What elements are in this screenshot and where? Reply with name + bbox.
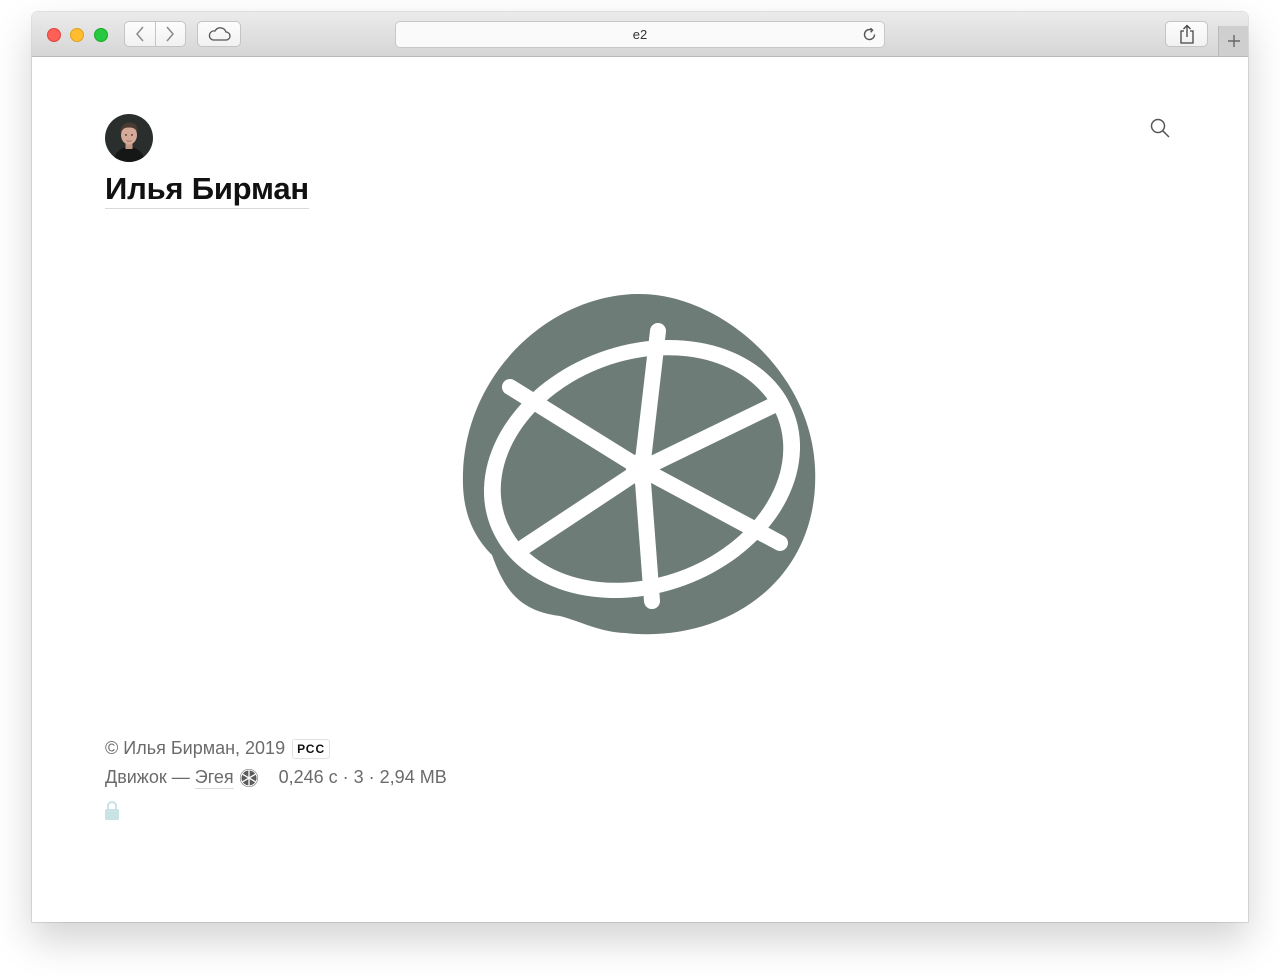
lime-slice-logo: [462, 294, 816, 635]
minimize-window-button[interactable]: [70, 28, 84, 42]
address-bar[interactable]: e2: [395, 21, 885, 48]
page-content: Илья Бирман © Илья Бирман, 2019 РСС Движ…: [32, 57, 1248, 922]
icloud-tabs-button[interactable]: [197, 21, 241, 47]
copyright-line: © Илья Бирман, 2019 РСС: [105, 734, 447, 763]
forward-button[interactable]: [154, 22, 186, 46]
navigation-buttons: [124, 21, 186, 47]
back-button[interactable]: [125, 22, 155, 46]
rss-link[interactable]: РСС: [292, 738, 331, 759]
engine-line: Движок — Эгея 0,246 с · 3 · 2,94 МВ: [105, 763, 447, 792]
share-button[interactable]: [1165, 21, 1208, 47]
avatar-photo: [105, 114, 153, 162]
browser-toolbar: e2: [32, 12, 1248, 57]
share-icon: [1179, 24, 1194, 44]
reload-icon[interactable]: [861, 26, 878, 43]
generation-stats: 0,246 с · 3 · 2,94 МВ: [278, 767, 447, 787]
chevron-left-icon: [135, 26, 144, 42]
close-window-button[interactable]: [47, 28, 61, 42]
cloud-icon: [208, 27, 231, 41]
engine-link[interactable]: Эгея: [194, 766, 234, 789]
lock-icon[interactable]: [105, 800, 119, 820]
avatar[interactable]: [105, 114, 153, 162]
browser-window: e2 Илья Бирман © Илья Бирман, 2019 РСС Д…: [32, 12, 1248, 922]
blog-title[interactable]: Илья Бирман: [105, 170, 309, 209]
chevron-right-icon: [166, 26, 175, 42]
new-tab-button[interactable]: [1218, 26, 1248, 56]
aegea-engine-icon[interactable]: [239, 768, 259, 788]
copyright-text: © Илья Бирман, 2019: [105, 738, 286, 758]
plus-icon: [1227, 35, 1240, 47]
site-footer: © Илья Бирман, 2019 РСС Движок — Эгея 0,…: [105, 734, 447, 792]
search-icon[interactable]: [1148, 116, 1172, 140]
zoom-window-button[interactable]: [94, 28, 108, 42]
address-text: e2: [632, 27, 648, 42]
engine-prefix: Движок —: [105, 767, 190, 787]
